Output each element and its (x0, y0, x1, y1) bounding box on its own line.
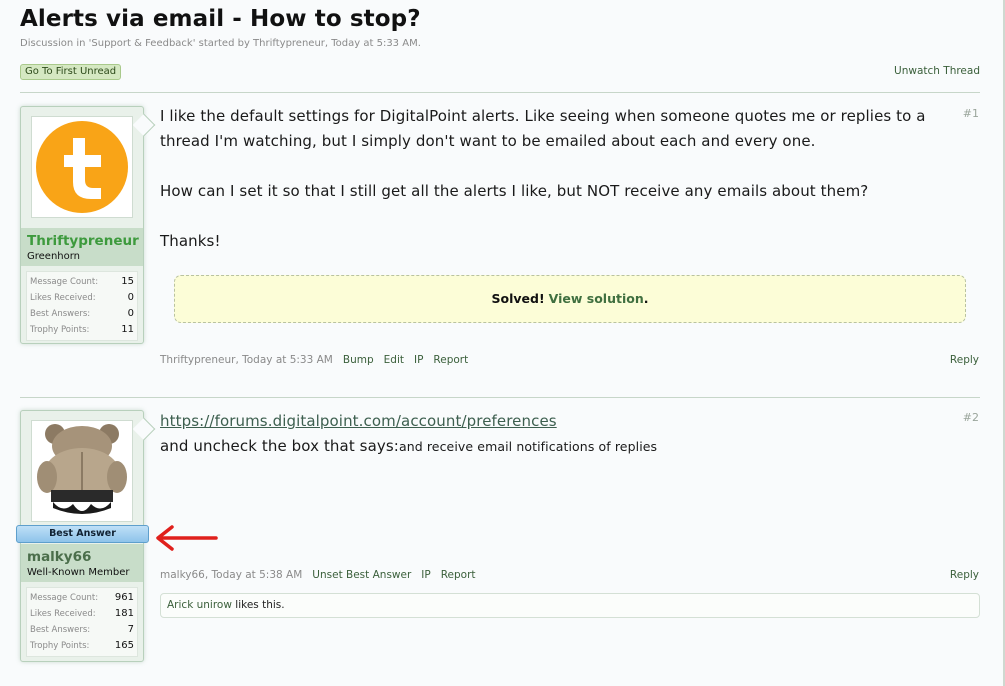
unwatch-thread-link[interactable]: Unwatch Thread (894, 65, 980, 77)
post2-reply-link[interactable]: Reply (950, 569, 979, 581)
post2-username-block: malky66 Well-Known Member (21, 544, 143, 582)
stat-value: 0 (127, 292, 134, 303)
stat-label: Likes Received: (30, 293, 96, 303)
likes-summary: Arick unirow likes this. (160, 593, 980, 618)
thread-title: Alerts via email - How to stop? (20, 6, 421, 32)
post1-footer: Thriftypreneur, Today at 5:33 AM Bump Ed… (160, 354, 468, 366)
post2-username[interactable]: malky66 (27, 549, 137, 565)
post1-user-info: Thriftypreneur Greenhorn Message Count: 1… (20, 106, 156, 344)
stat-value: 15 (121, 276, 134, 287)
stat-label: Trophy Points: (30, 325, 90, 335)
stat-label: Trophy Points: (30, 641, 90, 651)
stat-value: 0 (127, 308, 134, 319)
post1-avatar[interactable] (31, 116, 133, 218)
divider (20, 397, 980, 398)
post1-user-stats: Message Count: 15 Likes Received: 0 Best A… (26, 271, 138, 341)
unset-best-answer-link[interactable]: Unset Best Answer (312, 569, 411, 581)
edit-link[interactable]: Edit (384, 354, 404, 366)
stat-value: 165 (114, 640, 134, 651)
stat-label: Likes Received: (30, 609, 96, 619)
stat-row: Best Answers: 7 (30, 622, 134, 638)
stat-row: Message Count: 961 (30, 590, 134, 606)
post1-permalink-number[interactable]: #1 (963, 107, 979, 120)
teddy-bear-icon (33, 422, 131, 520)
post2-instruction-text: and uncheck the box that says: (160, 437, 399, 455)
stat-label: Message Count: (30, 593, 99, 603)
go-to-first-unread-button[interactable]: Go To First Unread (20, 64, 122, 80)
post1-paragraph: thread I'm watching, but I simply don't … (160, 132, 816, 150)
post1-paragraph: I like the default settings for DigitalP… (160, 107, 926, 125)
stat-value: 181 (114, 608, 134, 619)
post2-instruction-line: and uncheck the box that says:and receiv… (160, 434, 657, 459)
best-answer-badge: Best Answer (16, 525, 149, 543)
post2-user-info: Best Answer malky66 Well-Known Member Me… (16, 410, 156, 662)
t-letter-icon (36, 121, 128, 213)
stat-label: Best Answers: (30, 625, 91, 635)
post1-username-block: Thriftypreneur Greenhorn (21, 228, 143, 266)
post1-username[interactable]: Thriftypreneur (27, 233, 139, 249)
likes-users-link[interactable]: Arick unirow (167, 599, 232, 611)
stat-value: 7 (127, 624, 134, 635)
post1-user-title: Greenhorn (27, 251, 81, 262)
post2-permalink-number[interactable]: #2 (963, 411, 979, 424)
userbox-arrow (132, 417, 156, 441)
post2-user-stats: Message Count: 961 Likes Received: 181 Bes… (26, 587, 138, 657)
userbox-arrow (132, 113, 156, 137)
report-link[interactable]: Report (433, 354, 468, 366)
stat-row: Best Answers: 0 (30, 306, 134, 322)
bump-link[interactable]: Bump (343, 354, 374, 366)
stat-row: Likes Received: 0 (30, 290, 134, 306)
post1-reply-link[interactable]: Reply (950, 354, 979, 366)
stat-label: Best Answers: (30, 309, 91, 319)
ip-link[interactable]: IP (421, 569, 430, 581)
stat-row: Message Count: 15 (30, 274, 134, 290)
solved-notice: Solved! View solution. (174, 275, 966, 323)
post2-footer: malky66, Today at 5:38 AM Unset Best Ans… (160, 569, 476, 581)
post1-author-time: Thriftypreneur, Today at 5:33 AM (160, 354, 333, 366)
thread-meta: Discussion in 'Support & Feedback' start… (20, 38, 421, 49)
divider (20, 92, 980, 93)
post1-paragraph: How can I set it so that I still get all… (160, 182, 869, 200)
solved-period: . (643, 291, 649, 306)
post1-paragraph: Thanks! (160, 232, 221, 250)
stat-row: Likes Received: 181 (30, 606, 134, 622)
preferences-link[interactable]: https://forums.digitalpoint.com/account/… (160, 412, 557, 430)
stat-value: 961 (114, 592, 134, 603)
post2-instruction-quote: and receive email notifications of repli… (398, 439, 658, 454)
post2-preferences-link-line: https://forums.digitalpoint.com/account/… (160, 409, 557, 434)
likes-suffix: likes this. (235, 599, 285, 611)
report-link[interactable]: Report (441, 569, 476, 581)
solved-label: Solved! (491, 291, 545, 306)
post2-user-title: Well-Known Member (27, 567, 130, 578)
view-solution-link[interactable]: View solution (549, 291, 644, 306)
red-annotation-arrow-icon (156, 525, 218, 551)
ip-link[interactable]: IP (414, 354, 423, 366)
stat-value: 11 (121, 324, 134, 335)
stat-label: Message Count: (30, 277, 99, 287)
stat-row: Trophy Points: 11 (30, 322, 134, 338)
stat-row: Trophy Points: 165 (30, 638, 134, 654)
post2-author-time: malky66, Today at 5:38 AM (160, 569, 303, 581)
post2-avatar[interactable] (31, 420, 133, 522)
